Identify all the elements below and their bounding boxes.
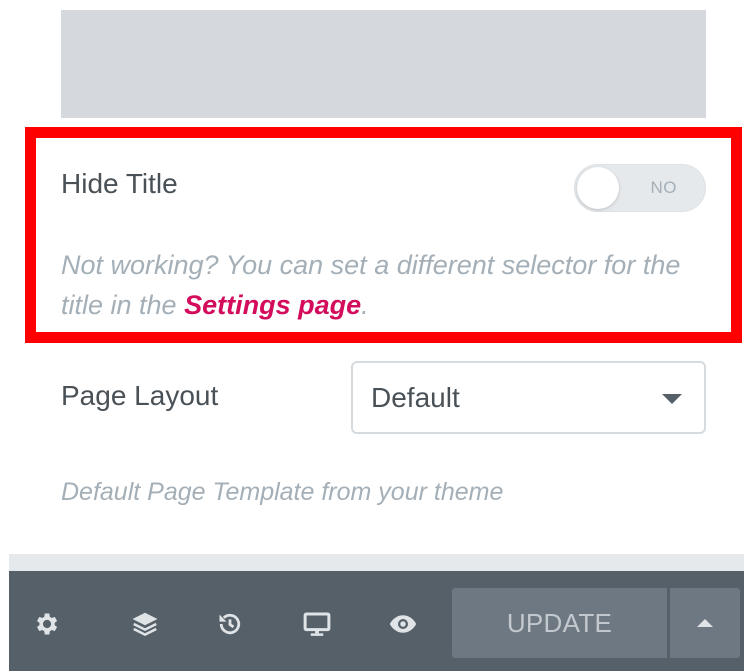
page-layout-label: Page Layout <box>61 380 219 411</box>
update-options-button[interactable] <box>670 588 740 658</box>
help-text-before: Not working? You can set a different sel… <box>61 250 681 320</box>
help-text-after: . <box>361 290 369 320</box>
editor-footer: UPDATE <box>9 571 744 671</box>
layers-icon[interactable] <box>120 599 170 649</box>
history-icon[interactable] <box>205 599 255 649</box>
image-placeholder <box>61 10 706 118</box>
settings-page-link[interactable]: Settings page <box>184 290 361 320</box>
hide-title-label: Hide Title <box>61 168 178 199</box>
update-button[interactable]: UPDATE <box>452 588 667 658</box>
panel-divider <box>9 554 744 571</box>
preview-eye-icon[interactable] <box>378 599 428 649</box>
caret-down-icon <box>662 394 682 404</box>
page-layout-description: Default Page Template from your theme <box>61 478 504 506</box>
hide-title-help-text: Not working? You can set a different sel… <box>61 245 721 325</box>
gear-icon[interactable] <box>21 599 71 649</box>
toggle-knob <box>577 167 619 209</box>
toggle-state-text: NO <box>650 178 677 197</box>
page-layout-select[interactable]: Default <box>351 361 706 434</box>
hide-title-toggle[interactable]: NO <box>574 164 706 212</box>
caret-up-icon <box>697 619 713 627</box>
page-layout-selected-value: Default <box>371 382 460 413</box>
responsive-desktop-icon[interactable] <box>292 599 342 649</box>
